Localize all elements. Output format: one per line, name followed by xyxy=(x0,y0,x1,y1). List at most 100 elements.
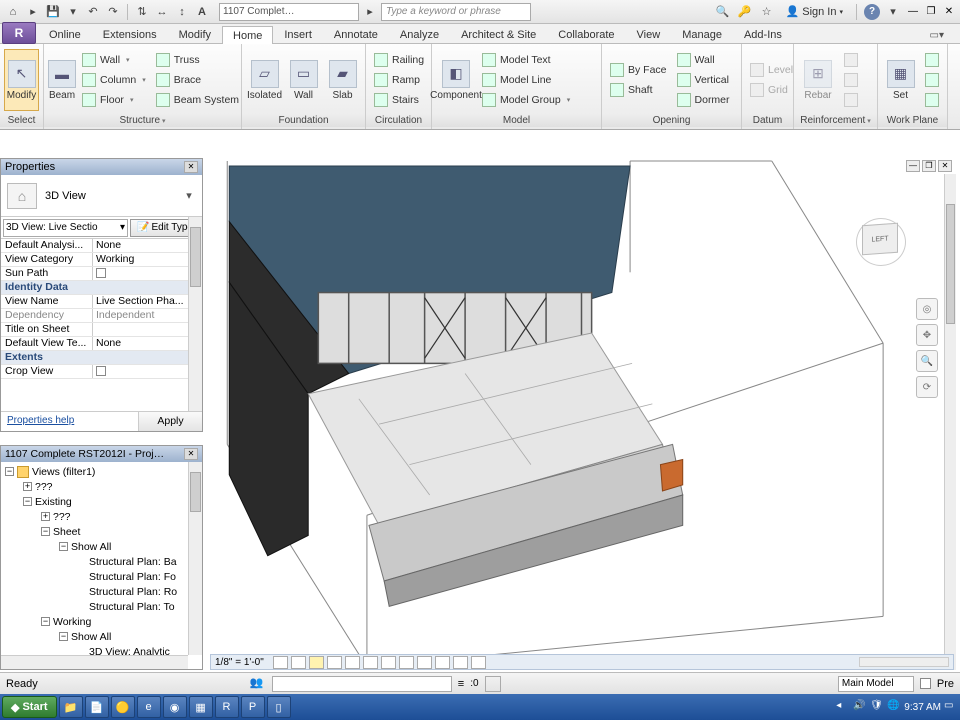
recent-dropdown-icon[interactable]: ▸ xyxy=(361,3,379,21)
taskbar-app-6[interactable]: ▦ xyxy=(189,696,213,718)
sign-in-link[interactable]: 👤Sign In▾ xyxy=(780,5,849,18)
tray-icon[interactable]: 🔊 xyxy=(853,700,867,714)
browser-header[interactable]: 1107 Complete RST2012I - Proj… ✕ xyxy=(1,446,202,462)
stairs-button[interactable]: Stairs xyxy=(370,90,428,110)
workset-combo[interactable] xyxy=(272,676,452,692)
rebar-button[interactable]: ⊞Rebar xyxy=(798,49,838,111)
search-input[interactable]: Type a keyword or phrase xyxy=(381,3,531,21)
by-face-button[interactable]: By Face xyxy=(606,60,671,80)
prop-value[interactable]: Working xyxy=(93,253,202,266)
drawing-area[interactable]: — ❐ ✕ xyxy=(207,158,956,670)
crop-region-icon[interactable] xyxy=(381,656,396,669)
tab-home[interactable]: Home xyxy=(222,26,273,44)
close-button[interactable]: ✕ xyxy=(942,5,956,19)
expand-icon[interactable]: + xyxy=(23,482,32,491)
tab-view[interactable]: View xyxy=(626,25,672,43)
reveal-hidden-icon[interactable] xyxy=(435,656,450,669)
collapse-icon[interactable]: − xyxy=(59,542,68,551)
star-icon[interactable]: ☆ xyxy=(758,3,776,21)
tray-icon[interactable]: 🌐 xyxy=(887,700,901,714)
properties-close-icon[interactable]: ✕ xyxy=(184,161,198,173)
crop-view-icon[interactable] xyxy=(363,656,378,669)
main-model-combo[interactable]: Main Model xyxy=(838,676,914,692)
minimize-button[interactable]: — xyxy=(906,5,920,19)
tree-leaf[interactable]: Structural Plan: Ba xyxy=(1,554,202,569)
tab-annotate[interactable]: Annotate xyxy=(323,25,389,43)
taskbar-app-4[interactable]: e xyxy=(137,696,161,718)
properties-header[interactable]: Properties ✕ xyxy=(1,159,202,175)
model-text-button[interactable]: Model Text xyxy=(478,50,574,70)
prop-value[interactable] xyxy=(93,323,202,336)
component-button[interactable]: ◧Component xyxy=(436,49,476,111)
doc-minimize-icon[interactable]: — xyxy=(906,160,920,172)
redo-icon[interactable]: ↷ xyxy=(104,3,122,21)
doc-restore-icon[interactable]: ❐ xyxy=(922,160,936,172)
project-tree[interactable]: −Views (filter1) +??? −Existing +??? −Sh… xyxy=(1,462,202,669)
tab-collaborate[interactable]: Collaborate xyxy=(547,25,625,43)
foundation-wall-button[interactable]: ▭Wall xyxy=(285,49,322,111)
ribbon-state-icon[interactable]: ▭▾ xyxy=(924,28,950,43)
panel-structure[interactable]: Structure xyxy=(44,114,241,127)
rendering-icon[interactable] xyxy=(345,656,360,669)
prop-value[interactable]: Live Section Pha... xyxy=(93,295,202,308)
isolated-button[interactable]: ▱Isolated xyxy=(246,49,283,111)
saveas-icon[interactable]: ▾ xyxy=(64,3,82,21)
tree-leaf[interactable]: Structural Plan: Ro xyxy=(1,584,202,599)
text-icon[interactable]: A xyxy=(193,3,211,21)
press-drag-checkbox[interactable] xyxy=(920,678,931,689)
wall-button[interactable]: Wall xyxy=(78,50,150,70)
temp-hide-icon[interactable] xyxy=(417,656,432,669)
tree-leaf[interactable]: Structural Plan: To xyxy=(1,599,202,614)
home-icon[interactable]: ⌂ xyxy=(4,3,22,21)
pan-icon[interactable]: ✥ xyxy=(916,324,938,346)
collapse-icon[interactable]: − xyxy=(23,497,32,506)
beam-button[interactable]: ▬Beam xyxy=(48,49,76,111)
save-icon[interactable]: 💾 xyxy=(44,3,62,21)
start-button[interactable]: ◆ Start xyxy=(2,696,57,718)
browser-scrollbar-h[interactable] xyxy=(1,655,188,669)
tab-manage[interactable]: Manage xyxy=(671,25,733,43)
taskbar-app-1[interactable]: 📁 xyxy=(59,696,83,718)
apply-button[interactable]: Apply xyxy=(138,412,202,431)
help-icon[interactable]: ? xyxy=(864,4,880,20)
tree-leaf[interactable]: Structural Plan: Fo xyxy=(1,569,202,584)
prop-checkbox[interactable] xyxy=(93,267,202,280)
tray-desktop-icon[interactable]: ▭ xyxy=(944,700,958,714)
steering-wheel-icon[interactable]: ◎ xyxy=(916,298,938,320)
prop-checkbox[interactable] xyxy=(93,365,202,378)
category-identity[interactable]: Identity Data⌃ xyxy=(1,281,202,295)
browser-close-icon[interactable]: ✕ xyxy=(184,448,198,460)
view-cube[interactable]: LEFT xyxy=(856,218,906,266)
tab-architect-site[interactable]: Architect & Site xyxy=(450,25,547,43)
design-options-icon[interactable]: ≡ xyxy=(458,678,464,690)
taskbar-app-5[interactable]: ◉ xyxy=(163,696,187,718)
modify-button[interactable]: ↖Modify xyxy=(4,49,39,111)
taskbar-app-2[interactable]: 📄 xyxy=(85,696,109,718)
lock-3d-icon[interactable] xyxy=(399,656,414,669)
shaft-button[interactable]: Shaft xyxy=(606,80,671,100)
analytical-icon[interactable] xyxy=(453,656,468,669)
properties-scrollbar[interactable] xyxy=(188,217,202,411)
instance-combo[interactable]: 3D View: Live Sectio▾ xyxy=(3,219,128,237)
view-scale[interactable]: 1/8" = 1'-0" xyxy=(215,657,264,668)
expand-icon[interactable]: + xyxy=(41,512,50,521)
tab-analyze[interactable]: Analyze xyxy=(389,25,450,43)
application-button[interactable] xyxy=(2,22,36,44)
open-icon[interactable]: ▸ xyxy=(24,3,42,21)
tray-icon[interactable]: 🛡 xyxy=(870,700,884,714)
wp-s3[interactable] xyxy=(921,90,943,110)
view-scrollbar-h[interactable] xyxy=(859,657,949,667)
dim-icon[interactable]: ↕ xyxy=(173,3,191,21)
shadows-icon[interactable] xyxy=(327,656,342,669)
brace-button[interactable]: Brace xyxy=(152,70,243,90)
doc-close-icon[interactable]: ✕ xyxy=(938,160,952,172)
orbit-icon[interactable]: ⟳ xyxy=(916,376,938,398)
measure-icon[interactable]: ↔ xyxy=(153,3,171,21)
vertical-button[interactable]: Vertical xyxy=(673,70,734,90)
browser-scrollbar-v[interactable] xyxy=(188,462,202,655)
taskbar-app-9[interactable]: ▯ xyxy=(267,696,291,718)
opening-wall-button[interactable]: Wall xyxy=(673,50,734,70)
model-view[interactable] xyxy=(207,158,956,670)
floor-button[interactable]: Floor xyxy=(78,90,150,110)
collapse-icon[interactable]: − xyxy=(59,632,68,641)
